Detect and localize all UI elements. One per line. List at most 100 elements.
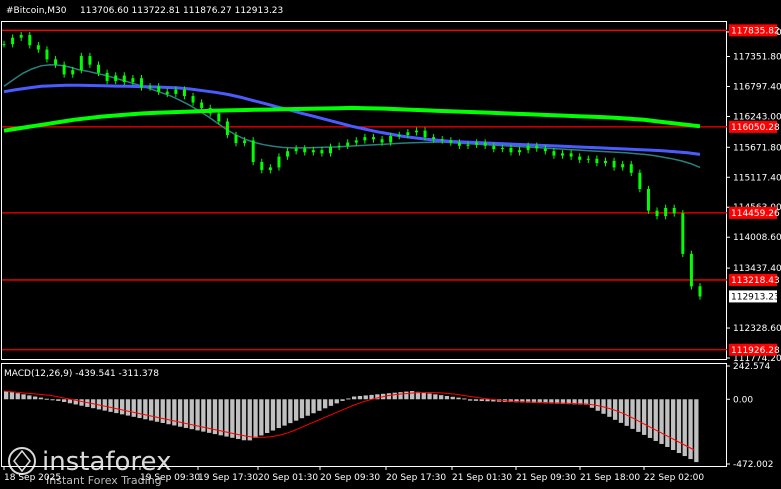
price-candle-body <box>294 148 298 152</box>
oscillator-bar <box>334 399 339 404</box>
oscillator-bar <box>671 399 676 451</box>
price-candle-body <box>586 158 590 160</box>
oscillator-bar <box>357 395 363 400</box>
price-candle-body <box>612 160 616 168</box>
price-candle-body <box>329 146 333 154</box>
osc-tick-label: 242.574 <box>733 362 770 372</box>
price-candle-body <box>337 145 341 147</box>
price-candle-body <box>320 150 324 154</box>
oscillator-bar <box>276 399 281 429</box>
level-label: 113218.43 <box>731 276 780 286</box>
oscillator-bar <box>688 399 693 460</box>
price-candle-body <box>62 64 66 75</box>
osc-tick-label: 0.00 <box>733 395 753 405</box>
price-candle-body <box>148 86 152 88</box>
oscillator-bar <box>694 399 699 463</box>
oscillator-bar <box>143 399 148 420</box>
chart-canvas: MACD(12,26,9) -439.541 -311.378 instafor… <box>0 0 781 489</box>
level-label: 116050.28 <box>731 123 780 133</box>
price-candle-body <box>191 96 195 103</box>
price-candle-body <box>88 56 92 65</box>
oscillator-bar <box>647 399 653 438</box>
price-candle-body <box>363 137 367 141</box>
oscillator-bar <box>618 399 624 423</box>
level-label: 114459.26 <box>731 209 780 219</box>
oscillator-bar <box>485 399 490 402</box>
price-candle-body <box>689 253 693 287</box>
time-tick-label: 21 Sep 09:30 <box>516 473 576 483</box>
chart-symbol: #Bitcoin,M30 <box>6 6 67 16</box>
price-candle-body <box>629 164 633 173</box>
price-tick-label: 115117.40 <box>733 173 781 183</box>
oscillator-bar <box>224 399 229 437</box>
price-candle-body <box>105 72 109 81</box>
price-candle-body <box>414 130 418 133</box>
oscillator-bar <box>131 399 136 417</box>
price-candle-body <box>552 151 556 156</box>
price-candle-body <box>466 144 470 146</box>
price-candle-body <box>509 147 513 153</box>
oscillator-bar <box>154 399 160 422</box>
price-candle-body <box>208 107 212 114</box>
oscillator-bar <box>27 395 32 400</box>
price-candle-body <box>646 189 650 211</box>
oscillator-bar <box>236 399 241 440</box>
price-candle-body <box>139 78 143 88</box>
time-tick-label: 20 Sep 17:30 <box>386 473 446 483</box>
oscillator-bar <box>288 399 293 424</box>
oscillator-bar <box>439 395 444 400</box>
price-candle-body <box>561 153 565 156</box>
price-candle-body <box>543 148 547 152</box>
oscillator-bar <box>404 391 409 400</box>
price-candle-body <box>200 102 204 108</box>
price-candle-body <box>182 89 186 97</box>
price-candle-body <box>672 207 676 214</box>
oscillator-bar <box>444 395 450 400</box>
oscillator-bar <box>363 395 368 400</box>
price-candle-body <box>380 139 384 143</box>
price-candle-body <box>122 75 126 83</box>
price-candle-body <box>638 172 642 190</box>
time-tick-label: 19 Sep 09:30 <box>140 473 200 483</box>
oscillator-bar <box>102 399 107 411</box>
oscillator-bar <box>265 399 270 434</box>
time-tick-label: 20 Sep 09:30 <box>320 473 380 483</box>
oscillator-bar <box>317 399 322 411</box>
oscillator-bar <box>433 394 438 400</box>
price-candle-body <box>578 156 582 160</box>
oscillator-bar <box>468 399 473 401</box>
price-candle-body <box>621 164 625 168</box>
oscillator-bar <box>33 396 38 400</box>
time-tick-label: 18 Sep 2025 <box>4 473 61 483</box>
oscillator-bar <box>665 399 670 447</box>
price-candle-body <box>28 34 32 46</box>
price-candle-body <box>457 142 461 146</box>
oscillator-bar <box>392 392 397 400</box>
price-candle-body <box>243 140 247 144</box>
price-candle-body <box>79 56 83 71</box>
chart-background <box>0 0 781 489</box>
price-candle-body <box>440 139 444 141</box>
oscillator-bar <box>473 399 479 401</box>
price-candle-body <box>526 145 530 151</box>
price-candle-body <box>500 147 504 150</box>
price-candle-body <box>346 142 350 146</box>
price-candle-body <box>54 59 58 65</box>
oscillator-bar <box>241 399 247 441</box>
oscillator-bar <box>299 399 305 419</box>
oscillator-bar <box>125 399 131 416</box>
oscillator-bar <box>636 399 641 432</box>
price-candle-body <box>157 86 161 92</box>
oscillator-bar <box>398 392 403 400</box>
price-candle-body <box>603 160 607 164</box>
time-tick-label: 19 Sep 17:30 <box>198 473 258 483</box>
oscillator-bar <box>676 399 682 454</box>
oscillator-bar <box>9 392 15 400</box>
oscillator-bar <box>642 399 647 435</box>
oscillator-bar <box>270 399 276 431</box>
oscillator-bar <box>624 399 629 426</box>
oscillator-bar <box>328 399 334 406</box>
price-candle-body <box>36 45 40 50</box>
price-candle-body <box>268 167 272 171</box>
price-candle-body <box>449 140 453 143</box>
